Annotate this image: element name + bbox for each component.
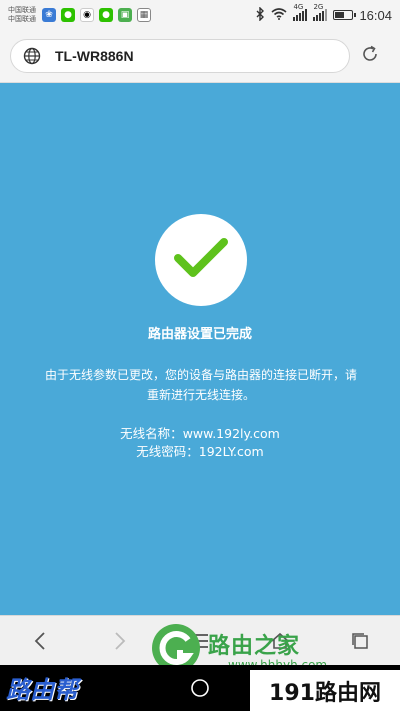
wechat-icon: ● bbox=[99, 8, 113, 22]
password-label: 无线密码： bbox=[136, 444, 199, 459]
watermark-left: 路由帮 bbox=[6, 675, 78, 704]
password-row: 无线密码：192LY.com bbox=[0, 443, 400, 461]
battery-level bbox=[335, 12, 345, 18]
status-bar: 中国联通 中国联通 ❀ ● ◉ ● ▣ ▦ 4G 2G 16:04 bbox=[0, 0, 400, 30]
gallery-icon: ▦ bbox=[137, 8, 151, 22]
success-badge bbox=[155, 214, 247, 306]
watermark-right: 191路由网 bbox=[250, 670, 400, 711]
ssid-label: 无线名称： bbox=[120, 426, 183, 441]
tabs-button[interactable] bbox=[340, 621, 380, 661]
image-icon: ▣ bbox=[118, 8, 132, 22]
tabs-icon bbox=[352, 632, 368, 649]
system-indicators: 4G 2G 16:04 bbox=[255, 3, 392, 24]
globe-icon bbox=[23, 47, 41, 65]
ssid-row: 无线名称：www.192ly.com bbox=[0, 425, 400, 443]
battery-icon bbox=[333, 10, 357, 20]
chevron-right-icon bbox=[115, 631, 126, 650]
bluetooth-icon bbox=[255, 5, 265, 24]
check-icon bbox=[173, 236, 229, 284]
back-button[interactable] bbox=[20, 621, 60, 661]
wechat-icon: ● bbox=[61, 8, 75, 22]
circle-home-icon bbox=[191, 679, 209, 697]
password-value: 192LY.com bbox=[198, 444, 264, 459]
reload-button[interactable] bbox=[350, 44, 390, 68]
ssid-value: www.192ly.com bbox=[182, 426, 280, 441]
reload-icon bbox=[360, 44, 380, 68]
qq-icon: ◉ bbox=[80, 8, 94, 22]
signal-4g-label: 4G bbox=[293, 3, 304, 11]
signal-4g-icon: 4G bbox=[293, 3, 308, 21]
chevron-left-icon bbox=[34, 631, 45, 650]
android-home-button[interactable] bbox=[185, 673, 215, 703]
signal-2g-label: 2G bbox=[313, 3, 324, 11]
signal-2g-icon: 2G bbox=[313, 3, 328, 21]
description-text: 由于无线参数已更改，您的设备与路由器的连接已断开，请重新进行无线连接。 bbox=[44, 368, 357, 402]
watermark-center-title: 路由之家 bbox=[208, 634, 301, 659]
clock: 16:04 bbox=[359, 7, 392, 23]
notification-icons: ❀ ● ◉ ● ▣ ▦ bbox=[42, 8, 151, 22]
baidu-icon: ❀ bbox=[42, 8, 56, 22]
address-bar[interactable]: TL-WR886N bbox=[10, 39, 350, 73]
forward-button[interactable] bbox=[100, 621, 140, 661]
carrier-info: 中国联通 中国联通 bbox=[8, 6, 36, 24]
wifi-icon bbox=[271, 7, 287, 23]
page-title: 路由器设置已完成 bbox=[147, 327, 252, 342]
carrier-2: 中国联通 bbox=[8, 15, 36, 23]
carrier-1: 中国联通 bbox=[8, 6, 36, 14]
url-text: TL-WR886N bbox=[55, 48, 134, 64]
wireless-info: 无线名称：www.192ly.com 无线密码：192LY.com bbox=[0, 425, 400, 461]
browser-toolbar: TL-WR886N bbox=[0, 30, 400, 83]
page-content: 路由器设置已完成 由于无线参数已更改，您的设备与路由器的连接已断开，请重新进行无… bbox=[0, 83, 400, 615]
